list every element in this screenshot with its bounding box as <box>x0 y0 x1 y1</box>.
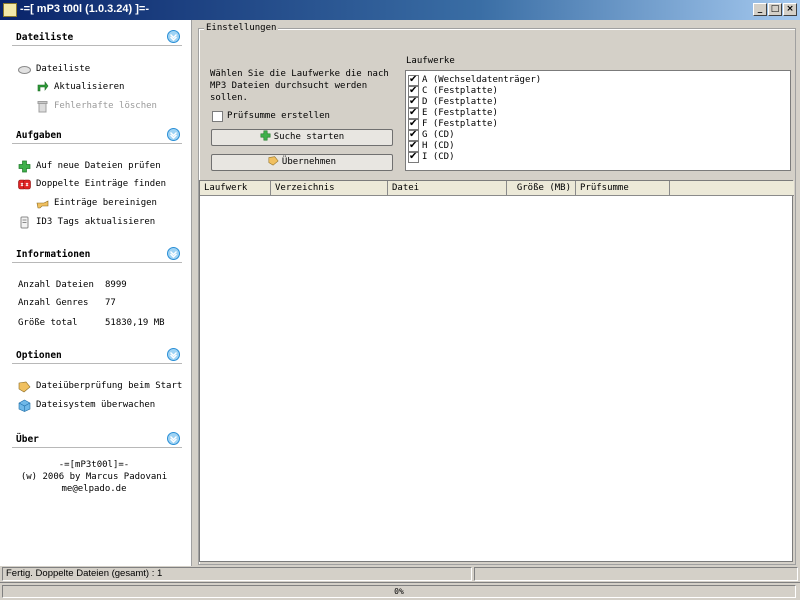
section-header-optionen[interactable]: Optionen <box>12 348 182 364</box>
tag-icon <box>20 216 29 229</box>
chevron-down-icon[interactable] <box>167 432 180 445</box>
about-text: -=[mP3t00l]=- (w) 2006 by Marcus Padovan… <box>4 459 184 495</box>
app-icon <box>3 3 17 17</box>
drive-checkbox[interactable] <box>408 151 419 163</box>
section-header-ueber[interactable]: Über <box>12 432 182 448</box>
column-header-laufwerk[interactable]: Laufwerk <box>200 181 271 196</box>
cube-icon <box>18 399 31 412</box>
results-table[interactable]: Laufwerk Verzeichnis Datei Größe (MB) Pr… <box>199 180 794 562</box>
title-bar: -=[ mP3 t00l (1.0.3.24) ]=- _ □ × <box>0 0 800 20</box>
about-line-author: (w) 2006 by Marcus Padovani <box>20 472 168 482</box>
close-button[interactable]: × <box>783 3 797 16</box>
plus-icon <box>18 160 31 173</box>
section-title: Aufgaben <box>16 130 62 141</box>
chevron-down-icon[interactable] <box>167 128 180 141</box>
status-panel-secondary <box>474 567 798 581</box>
settings-intro: Wählen Sie die Laufwerke die nach MP3 Da… <box>210 69 389 103</box>
info-row-groesse-total: Größe total 51830,19 MB <box>18 318 165 328</box>
section-title: Dateiliste <box>16 32 74 43</box>
checksum-checkbox[interactable] <box>212 111 223 122</box>
task-sidebar: Dateiliste Dateiliste Aktualisieren Fehl… <box>0 20 192 566</box>
progress-track: 0% <box>2 585 796 598</box>
chevron-down-icon[interactable] <box>167 348 180 361</box>
info-row-anzahl-genres: Anzahl Genres 77 <box>18 298 116 308</box>
checksum-label: Prüfsumme erstellen <box>227 111 330 121</box>
drives-label: Laufwerke <box>406 56 455 66</box>
apply-button[interactable]: Übernehmen <box>211 154 393 171</box>
chevron-down-icon[interactable] <box>167 30 180 43</box>
drives-list: A (Wechseldatenträger) C (Festplatte) D … <box>405 70 791 171</box>
column-header-filler <box>670 181 794 196</box>
refresh-icon <box>37 81 49 92</box>
chevron-down-icon[interactable] <box>167 247 180 260</box>
section-title: Optionen <box>16 350 62 361</box>
duplicate-icon <box>18 179 31 190</box>
about-line-app: -=[mP3t00l]=- <box>58 460 130 470</box>
status-text: Fertig. Doppelte Dateien (gesamt) : 1 <box>2 567 472 581</box>
section-header-aufgaben[interactable]: Aufgaben <box>12 128 182 144</box>
about-line-email: me@elpado.de <box>61 484 127 494</box>
column-header-datei[interactable]: Datei <box>388 181 507 196</box>
search-start-button[interactable]: Suche starten <box>211 129 393 146</box>
info-value: 77 <box>105 298 116 308</box>
column-header-pruefsumme[interactable]: Prüfsumme <box>576 181 670 196</box>
progress-bar: 0% <box>0 582 800 600</box>
progress-label: 0% <box>394 587 404 596</box>
window-title: -=[ mP3 t00l (1.0.3.24) ]=- <box>20 3 149 15</box>
column-header-verzeichnis[interactable]: Verzeichnis <box>271 181 388 196</box>
info-value: 8999 <box>105 280 127 290</box>
check-file-icon <box>18 381 31 393</box>
section-header-informationen[interactable]: Informationen <box>12 247 182 263</box>
maximize-button[interactable]: □ <box>768 3 782 16</box>
settings-group-title: Einstellungen <box>204 23 279 33</box>
info-row-anzahl-dateien: Anzahl Dateien 8999 <box>18 280 127 290</box>
hand-icon <box>36 200 49 209</box>
disk-icon <box>18 66 31 74</box>
info-value: 51830,19 MB <box>105 318 165 328</box>
minimize-button[interactable]: _ <box>753 3 767 16</box>
trash-icon <box>37 101 48 113</box>
section-title: Über <box>16 434 39 445</box>
section-header-dateiliste[interactable]: Dateiliste <box>12 30 182 46</box>
column-header-groesse[interactable]: Größe (MB) <box>507 181 576 196</box>
section-title: Informationen <box>16 249 91 260</box>
plus-icon <box>260 130 271 141</box>
status-bar: Fertig. Doppelte Dateien (gesamt) : 1 <box>0 567 800 581</box>
hand-icon <box>268 156 279 166</box>
